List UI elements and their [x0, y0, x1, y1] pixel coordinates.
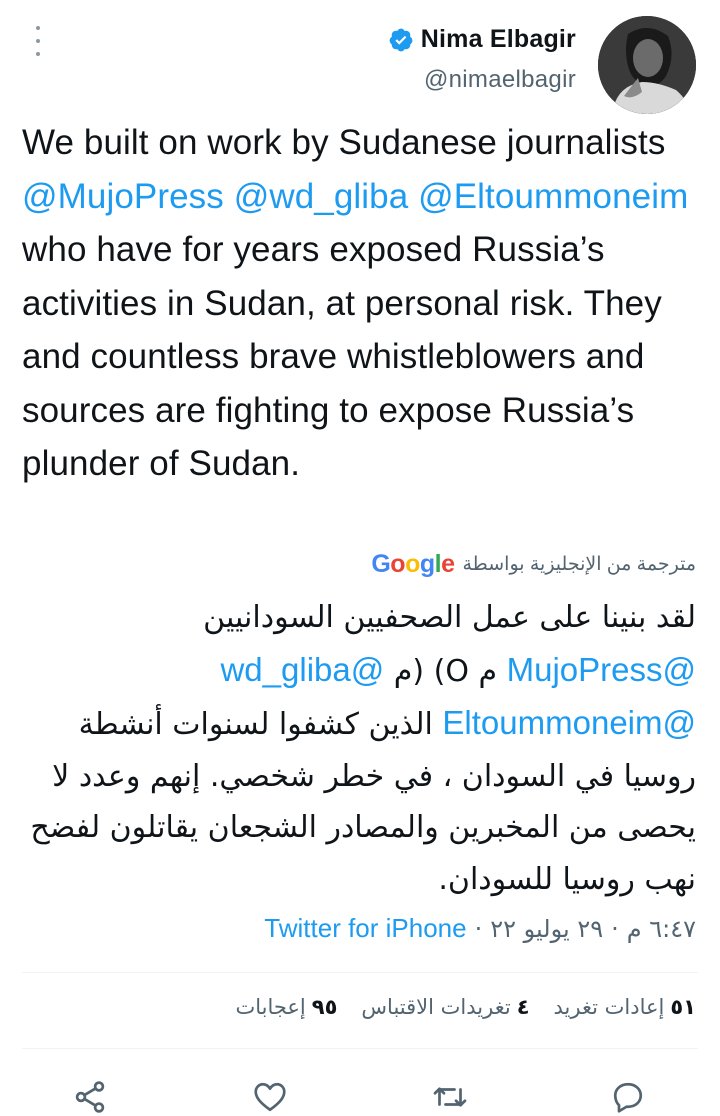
more-options-icon[interactable] — [30, 26, 46, 56]
meta-separator: · — [611, 914, 619, 943]
translation-line: لقد بنينا على عمل الصحفيين السودانيين — [203, 600, 696, 635]
quotes-stat[interactable]: ٤تغريدات الاقتباس — [361, 995, 529, 1019]
tweet-text-segment: who have for years exposed Russia’s acti… — [22, 230, 662, 483]
mention-link[interactable]: @wd_gliba — [220, 651, 384, 688]
retweet-icon — [433, 1087, 467, 1107]
likes-label: إعجابات — [235, 995, 306, 1019]
author-names: Nima Elbagir @nimaelbagir — [388, 25, 576, 94]
mention-link[interactable]: @wd_gliba — [234, 177, 409, 216]
translation-line: @Eltoummoneim الذين كشفوا لسنوات أنشطة — [16, 697, 696, 751]
tweet-time[interactable]: ٦:٤٧ م — [627, 915, 696, 943]
retweets-count: ٥١ — [670, 995, 696, 1019]
translation-text: الذين كشفوا لسنوات أنشطة — [78, 707, 433, 742]
translation-line: يحصى من المخبرين والمصادر الشجعان يقاتلو… — [30, 810, 696, 845]
quotes-count: ٤ — [516, 995, 530, 1019]
translated-by-row: مترجمة من الإنجليزية بواسطة Google — [371, 550, 696, 579]
mention-link[interactable]: @MujoPress — [507, 651, 696, 688]
avatar[interactable] — [598, 16, 696, 114]
tweet-text-segment — [408, 177, 418, 216]
tweet-author-header: Nima Elbagir @nimaelbagir — [388, 16, 696, 114]
translated-text: لقد بنينا على عمل الصحفيين السودانيين @M… — [16, 592, 696, 905]
author-display-name: Nima Elbagir — [420, 25, 576, 53]
display-name-row[interactable]: Nima Elbagir — [388, 25, 576, 54]
author-handle[interactable]: @nimaelbagir — [388, 66, 576, 94]
meta-separator: · — [474, 914, 483, 943]
reply-icon — [613, 1082, 643, 1113]
translated-label: مترجمة من الإنجليزية بواسطة — [462, 554, 696, 575]
quotes-label: تغريدات الاقتباس — [361, 995, 511, 1019]
translation-line: @MujoPress م O) (م @wd_gliba — [16, 644, 696, 698]
share-icon — [75, 1081, 105, 1113]
share-button[interactable] — [70, 1078, 110, 1116]
heart-icon — [254, 1082, 286, 1112]
tweet-source[interactable]: Twitter for iPhone — [264, 913, 466, 944]
mention-link[interactable]: @Eltoummoneim — [442, 704, 696, 741]
mention-link[interactable]: @Eltoummoneim — [418, 177, 688, 216]
mention-link[interactable]: @MujoPress — [22, 177, 224, 216]
reply-button[interactable] — [608, 1078, 648, 1116]
tweet-text-segment — [224, 177, 234, 216]
retweets-label: إعادات تغريد — [553, 995, 665, 1019]
tweet-date[interactable]: ٢٩ يوليو ٢٢ — [490, 915, 603, 943]
translation-line: روسيا في السودان ، في خطر شخصي. إنهم وعد… — [52, 758, 696, 794]
google-logo[interactable]: Google — [371, 550, 455, 579]
tweet-body: We built on work by Sudanese journalists… — [22, 116, 702, 491]
retweets-stat[interactable]: ٥١إعادات تغريد — [554, 995, 696, 1019]
likes-stat[interactable]: ٩٥إعجابات — [235, 995, 337, 1019]
likes-count: ٩٥ — [311, 995, 338, 1019]
like-button[interactable] — [250, 1078, 290, 1116]
engagement-stats: ٥١إعادات تغريد ٤تغريدات الاقتباس ٩٥إعجاب… — [235, 995, 696, 1019]
verified-badge-icon — [389, 28, 413, 51]
translation-line: نهب روسيا للسودان. — [438, 861, 696, 897]
tweet-meta: ٦:٤٧ م · ٢٩ يوليو ٢٢ · Twitter for iPhon… — [264, 913, 696, 944]
retweet-button[interactable] — [430, 1078, 470, 1116]
divider — [22, 972, 698, 973]
divider — [22, 1048, 698, 1049]
tweet-text-segment: We built on work by Sudanese journalists — [22, 123, 666, 162]
translation-text: م O) (م — [393, 653, 498, 689]
tweet-actions — [0, 1078, 720, 1116]
